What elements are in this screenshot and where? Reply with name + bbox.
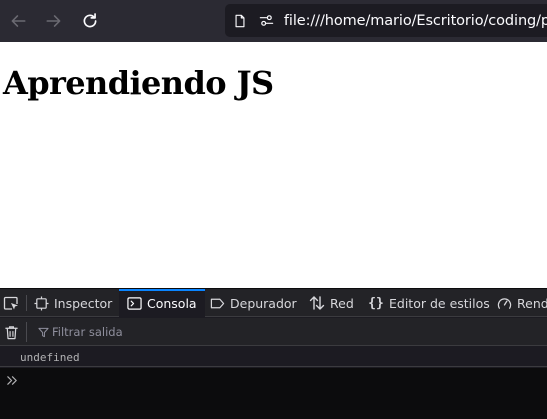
devtools-panel: Inspector Consola Depurador Red {} Edito…	[0, 288, 547, 419]
devtools-tab-bar: Inspector Consola Depurador Red {} Edito…	[0, 288, 547, 317]
console-filter-input[interactable]	[52, 322, 532, 342]
permissions-icon[interactable]	[259, 13, 274, 29]
url-text[interactable]: file:///home/mario/Escritorio/coding/pru	[284, 13, 547, 29]
reload-button[interactable]	[78, 9, 102, 33]
element-picker-icon	[3, 296, 18, 310]
clear-console-button[interactable]	[3, 324, 19, 340]
arrow-right-icon	[46, 15, 61, 27]
filter-separator	[26, 322, 27, 342]
console-message-text: undefined	[20, 351, 80, 364]
tab-label: Red	[330, 295, 354, 311]
back-button[interactable]	[6, 9, 30, 33]
chevron-prompt-icon	[5, 373, 19, 387]
trash-icon	[4, 325, 18, 339]
arrow-left-icon	[11, 15, 26, 27]
element-picker-button[interactable]	[0, 289, 22, 317]
console-icon	[126, 295, 142, 311]
browser-toolbar: file:///home/mario/Escritorio/coding/pru	[0, 0, 547, 42]
filter-icon	[37, 326, 49, 338]
page-heading: Aprendiendo JS	[3, 64, 274, 102]
debugger-icon	[209, 295, 225, 311]
tab-label: Rend	[517, 295, 547, 311]
network-icon	[309, 295, 325, 311]
inspector-icon	[33, 295, 49, 311]
style-editor-icon: {}	[368, 295, 384, 311]
console-message: undefined	[0, 347, 547, 367]
tab-performance[interactable]: Rend	[496, 289, 547, 317]
reload-icon	[83, 13, 97, 28]
forward-button[interactable]	[42, 9, 66, 33]
tab-separator	[26, 295, 27, 311]
performance-icon	[496, 295, 512, 311]
console-input[interactable]	[24, 372, 534, 390]
tab-label: Depurador	[230, 295, 297, 311]
tab-label: Inspector	[54, 295, 113, 311]
tab-label: Editor de estilos	[389, 295, 490, 311]
tab-debugger[interactable]: Depurador	[209, 289, 297, 317]
tab-inspector[interactable]: Inspector	[33, 289, 120, 317]
console-input-area[interactable]	[0, 368, 547, 419]
url-bar[interactable]: file:///home/mario/Escritorio/coding/pru	[225, 4, 547, 37]
tab-console[interactable]: Consola	[119, 289, 205, 317]
tab-style-editor[interactable]: {} Editor de estilos	[368, 289, 490, 317]
tab-network[interactable]: Red	[309, 289, 354, 317]
page-icon	[233, 13, 248, 29]
console-filter-bar	[0, 318, 547, 346]
page-content: Aprendiendo JS	[0, 42, 547, 288]
tab-label: Consola	[147, 295, 197, 311]
